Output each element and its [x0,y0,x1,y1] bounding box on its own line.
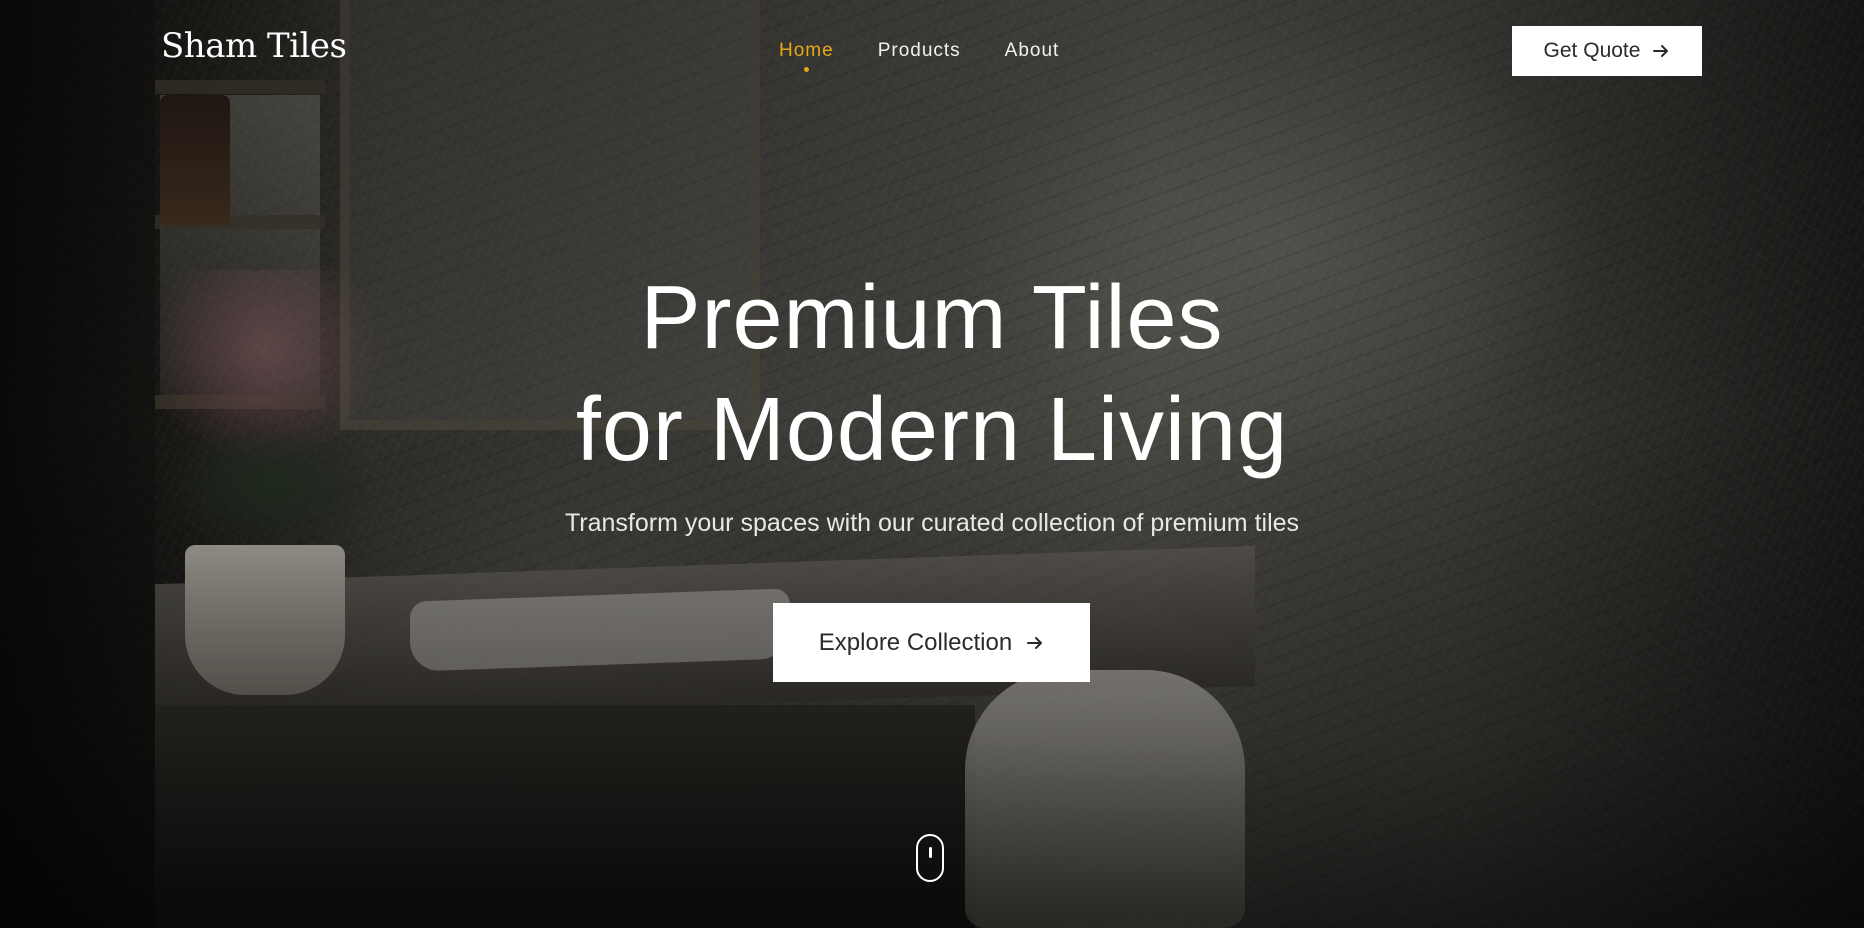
nav-item-label: Home [779,40,834,61]
get-quote-label: Get Quote [1543,39,1641,62]
hero-subtitle: Transform your spaces with our curated c… [564,509,1300,537]
headline-line-2: for Modern Living [575,380,1289,480]
brand-logo[interactable]: Sham Tiles [161,26,347,66]
explore-collection-label: Explore Collection [818,628,1013,656]
nav-menu: Home Products About [779,40,1060,72]
hero-headline: Premium Tiles for Modern Living [0,262,1864,486]
arrow-right-icon [1027,636,1043,649]
navbar: Sham Tiles Home Products About Get Quote [0,0,1864,100]
nav-item-home[interactable]: Home [779,40,834,72]
nav-item-label: About [1004,40,1060,61]
get-quote-button[interactable]: Get Quote [1512,26,1702,76]
mouse-scroll-icon[interactable] [916,834,944,882]
scroll-wheel [929,847,932,858]
headline-line-1: Premium Tiles [640,268,1224,368]
nav-item-products[interactable]: Products [878,40,961,62]
nav-item-label: Products [877,40,961,61]
explore-collection-button[interactable]: Explore Collection [773,603,1090,682]
active-indicator-dot [803,67,809,72]
arrow-right-icon [1653,45,1669,57]
nav-item-about[interactable]: About [1005,40,1060,62]
